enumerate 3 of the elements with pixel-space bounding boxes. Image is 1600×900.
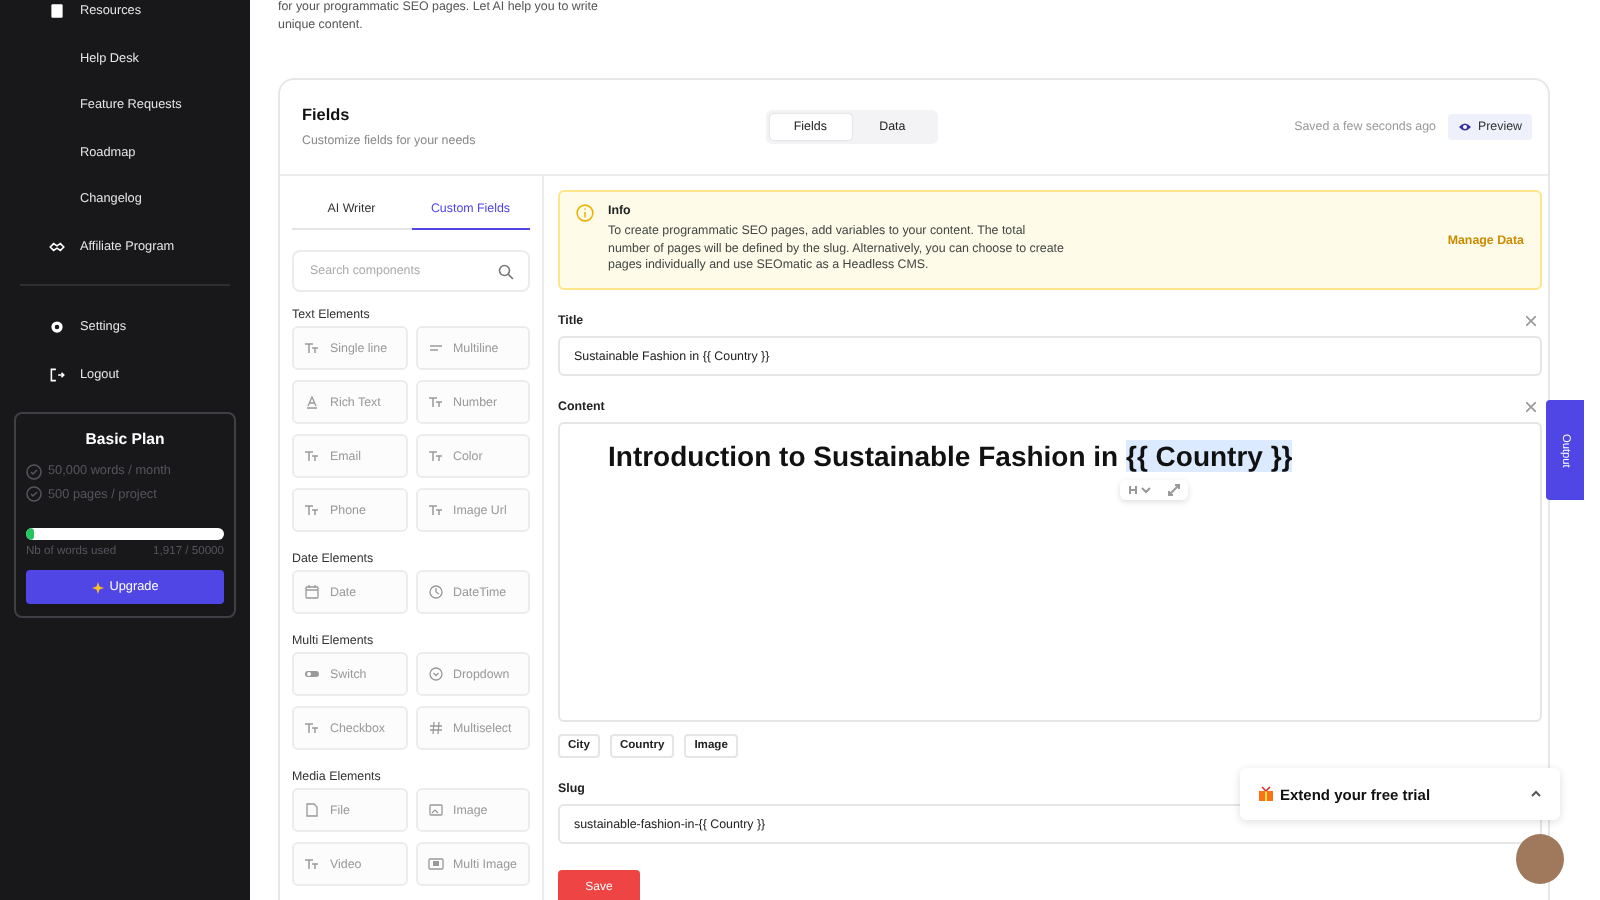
content-editor[interactable]: Introduction to Sustainable Fashion in {{ Country }} [558, 422, 1542, 722]
content-heading: Introduction to Sustainable Fashion in {{ Country }} [608, 440, 1295, 472]
card-title: Fields [302, 106, 352, 124]
